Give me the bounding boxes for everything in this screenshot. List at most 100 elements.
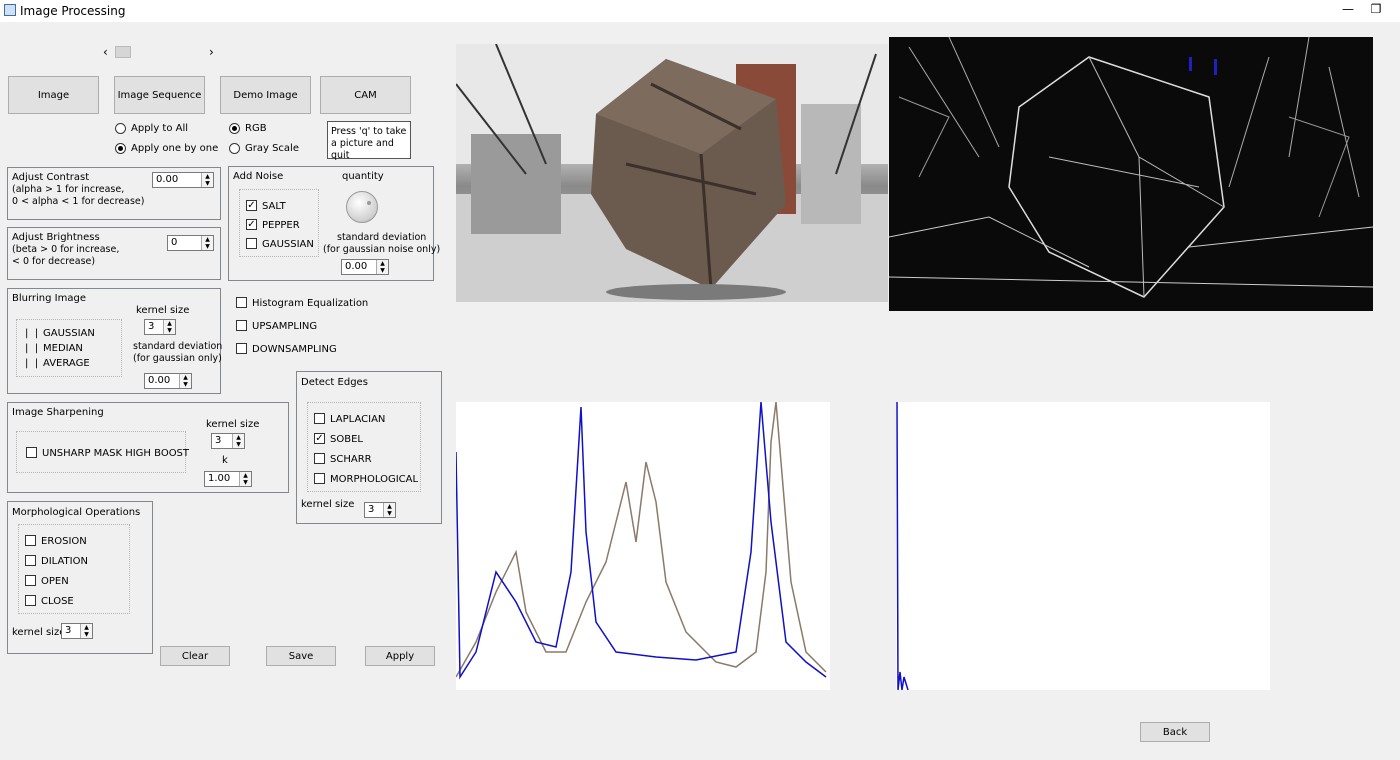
app-icon <box>4 4 16 16</box>
scharr-checkbox[interactable] <box>314 453 325 464</box>
blur-gaussian-label: GAUSSIAN <box>43 328 95 339</box>
blur-average-label: AVERAGE <box>43 358 90 369</box>
original-histogram <box>455 401 830 690</box>
blur-gaussian-check[interactable]: | | <box>25 328 38 339</box>
noise-std-value: 0.00 <box>345 261 368 272</box>
hist-eq-label: Histogram Equalization <box>252 298 369 309</box>
restore-icon[interactable]: ❐ <box>1368 2 1384 18</box>
rgb-radio[interactable] <box>229 123 240 134</box>
apply-to-all-label: Apply to All <box>131 123 189 134</box>
edges-panel: Detect Edges LAPLACIAN ✓ SOBEL SCHARR MO… <box>296 371 442 524</box>
sobel-label: SOBEL <box>330 434 363 445</box>
noise-std-spinbox[interactable]: 0.00 ▲ ▼ <box>341 259 389 275</box>
spin-arrows-icon[interactable]: ▲ ▼ <box>201 236 213 250</box>
blur-kernel-spinbox[interactable]: 3 ▲ ▼ <box>144 319 176 335</box>
save-button[interactable]: Save <box>266 646 336 666</box>
image-button[interactable]: Image <box>8 76 99 114</box>
sharpen-kernel-spinbox[interactable]: 3 ▲ ▼ <box>211 433 245 449</box>
downsampling-checkbox[interactable] <box>236 343 247 354</box>
morph-kernel-spinbox[interactable]: 3 ▲ ▼ <box>61 623 93 639</box>
blur-median-check[interactable]: | | <box>25 343 38 354</box>
open-checkbox[interactable] <box>25 575 36 586</box>
clear-button[interactable]: Clear <box>160 646 230 666</box>
spin-arrows-icon[interactable]: ▲ ▼ <box>80 624 92 638</box>
edges-kernel-spinbox[interactable]: 3 ▲ ▼ <box>364 502 396 518</box>
close-label: CLOSE <box>41 596 74 607</box>
processed-histogram <box>896 401 1270 691</box>
erosion-checkbox[interactable] <box>25 535 36 546</box>
sharpen-options: UNSHARP MASK HIGH BOOST <box>16 431 189 473</box>
open-label: OPEN <box>41 576 69 587</box>
cam-button[interactable]: CAM <box>320 76 411 114</box>
spin-arrows-icon[interactable]: ▲ ▼ <box>239 472 251 486</box>
morph-kernel-label: kernel size <box>12 627 66 638</box>
contrast-hint2: 0 < alpha < 1 for decrease) <box>12 196 145 207</box>
sobel-checkbox[interactable]: ✓ <box>314 433 325 444</box>
blur-title: Blurring Image <box>12 293 86 304</box>
edges-title: Detect Edges <box>301 377 368 388</box>
morph-kernel-value: 3 <box>65 625 72 636</box>
contrast-spinbox[interactable]: 0.00 ▲ ▼ <box>152 172 214 188</box>
quantity-dial[interactable] <box>346 191 378 223</box>
dilation-checkbox[interactable] <box>25 555 36 566</box>
cam-hint-box: Press 'q' to take a picture and quit <box>327 121 411 161</box>
k-spinbox[interactable]: 1.00 ▲ ▼ <box>204 471 252 487</box>
scroll-left-icon[interactable]: ‹ <box>103 45 108 59</box>
edges-options: LAPLACIAN ✓ SOBEL SCHARR MORPHOLOGICAL <box>307 402 421 492</box>
laplacian-checkbox[interactable] <box>314 413 325 424</box>
apply-to-all-radio[interactable] <box>115 123 126 134</box>
unsharp-checkbox[interactable] <box>26 447 37 458</box>
pepper-checkbox[interactable]: ✓ <box>246 219 257 230</box>
hist-eq-checkbox[interactable] <box>236 297 247 308</box>
title-bar <box>0 0 1400 22</box>
demo-image-button[interactable]: Demo Image <box>220 76 311 114</box>
apply-one-by-one-radio[interactable] <box>115 143 126 154</box>
blur-average-check[interactable]: | | <box>25 358 38 369</box>
image-sequence-button[interactable]: Image Sequence <box>114 76 205 114</box>
close-checkbox[interactable] <box>25 595 36 606</box>
sharpen-title: Image Sharpening <box>12 407 104 418</box>
contrast-panel: Adjust Contrast (alpha > 1 for increase,… <box>7 167 221 220</box>
original-image <box>456 44 888 302</box>
morph-options: EROSION DILATION OPEN CLOSE <box>18 524 130 614</box>
k-label: k <box>222 455 228 466</box>
gray-scale-radio[interactable] <box>229 143 240 154</box>
spin-arrows-icon[interactable]: ▲ ▼ <box>179 374 191 388</box>
sharpen-kernel-label: kernel size <box>206 419 260 430</box>
spin-arrows-icon[interactable]: ▲ ▼ <box>201 173 213 187</box>
morphological-label: MORPHOLOGICAL <box>330 474 419 485</box>
blur-kernel-value: 3 <box>148 321 155 332</box>
brightness-spinbox[interactable]: 0 ▲ ▼ <box>167 235 214 251</box>
salt-checkbox[interactable]: ✓ <box>246 200 257 211</box>
histogram-gray-series <box>455 401 827 678</box>
window-title: Image Processing <box>20 4 126 18</box>
brightness-title: Adjust Brightness <box>12 232 100 243</box>
noise-panel: Add Noise ✓ SALT ✓ PEPPER GAUSSIAN quant… <box>228 166 440 281</box>
spin-arrows-icon[interactable]: ▲ ▼ <box>376 260 388 274</box>
brightness-hint2: < 0 for decrease) <box>12 256 96 267</box>
quantity-label: quantity <box>342 171 384 182</box>
noise-options: ✓ SALT ✓ PEPPER GAUSSIAN <box>239 189 319 257</box>
brightness-hint1: (beta > 0 for increase, <box>12 244 120 255</box>
morphological-checkbox[interactable] <box>314 473 325 484</box>
back-button[interactable]: Back <box>1140 722 1210 742</box>
downsampling-label: DOWNSAMPLING <box>252 344 337 355</box>
noise-std-label2: (for gaussian noise only) <box>323 244 441 255</box>
spin-arrows-icon[interactable]: ▲ ▼ <box>232 434 244 448</box>
minimize-icon[interactable]: — <box>1340 2 1356 18</box>
cam-hint-line2: a picture and quit <box>331 138 394 161</box>
gaussian-noise-label: GAUSSIAN <box>262 239 314 250</box>
gaussian-noise-checkbox[interactable] <box>246 238 257 249</box>
spin-arrows-icon[interactable]: ▲ ▼ <box>383 503 395 517</box>
scroll-right-icon[interactable]: › <box>209 45 214 59</box>
edges-kernel-label: kernel size <box>301 499 355 510</box>
erosion-label: EROSION <box>41 536 87 547</box>
upsampling-checkbox[interactable] <box>236 320 247 331</box>
apply-button[interactable]: Apply <box>365 646 435 666</box>
gray-scale-label: Gray Scale <box>245 143 299 154</box>
scroll-thumb[interactable] <box>115 46 131 58</box>
blur-std-spinbox[interactable]: 0.00 ▲ ▼ <box>144 373 192 389</box>
spin-arrows-icon[interactable]: ▲ ▼ <box>163 320 175 334</box>
contrast-title: Adjust Contrast <box>12 172 90 183</box>
contrast-value: 0.00 <box>156 174 179 185</box>
